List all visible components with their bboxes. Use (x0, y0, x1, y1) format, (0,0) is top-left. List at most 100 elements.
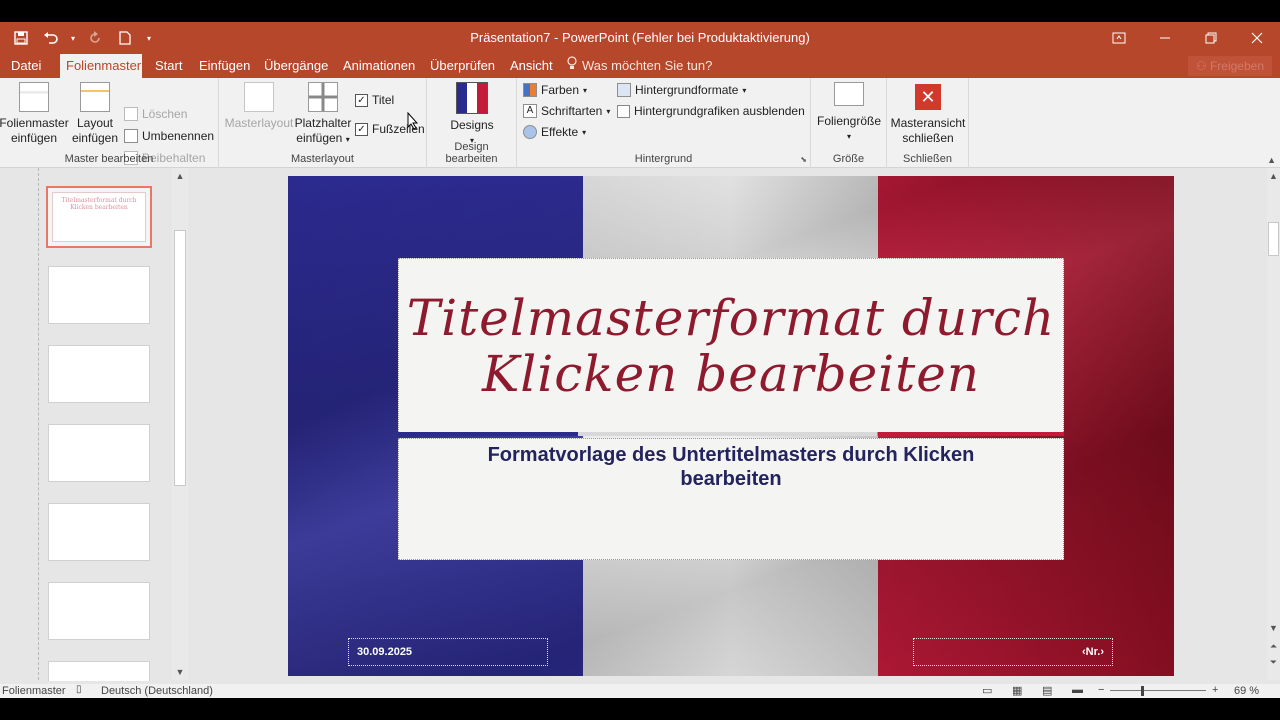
mouse-cursor-icon (407, 111, 419, 135)
thumbnail-layout-3[interactable] (48, 424, 150, 482)
tell-me-box[interactable]: Was möchten Sie tun? (566, 54, 712, 78)
share-label: Freigeben (1209, 59, 1264, 73)
zoom-slider-thumb[interactable] (1141, 686, 1144, 696)
slide-subtitle: Formatvorlage des Untertitelmasters durc… (399, 443, 1063, 491)
colors-button[interactable]: Farben ▾ (523, 80, 587, 100)
thumbnail-scrollbar[interactable]: ▲ ▼ (172, 168, 188, 680)
title-bar: ▾ ▾ Präsentation7 - PowerPoint (Fehler b… (0, 22, 1280, 54)
close-icon[interactable] (1234, 22, 1280, 54)
scroll-down-icon[interactable]: ▼ (172, 664, 188, 680)
slideshow-icon[interactable]: ▬ (1072, 684, 1083, 696)
checkbox-checked-icon: ✓ (355, 122, 368, 136)
share-button[interactable]: ⚇ Freigeben (1187, 56, 1272, 76)
status-language[interactable]: Deutsch (Deutschland) (101, 685, 213, 697)
close-master-label-2: schließen (902, 131, 954, 145)
thumbnail-title-1: Titelmasterformat durch (61, 197, 137, 204)
effects-button[interactable]: Effekte ▾ (523, 122, 586, 142)
zoom-level[interactable]: 69 % (1234, 685, 1259, 697)
background-styles-button[interactable]: Hintergrundformate ▾ (617, 80, 746, 100)
thumbnail-layout-6[interactable] (48, 661, 150, 681)
hide-background-graphics-checkbox[interactable]: Hintergrundgrafiken ausblenden (617, 101, 805, 121)
slide-size-icon (834, 82, 864, 106)
fonts-button[interactable]: A Schriftarten ▾ (523, 101, 610, 121)
background-styles-icon (617, 83, 631, 97)
slide-master-icon (19, 82, 49, 112)
slide-sorter-icon[interactable]: ▦ (1012, 684, 1022, 697)
zoom-in-icon[interactable]: + (1212, 684, 1218, 696)
close-master-view-button[interactable]: ✕ Masteransicht schließen (889, 82, 967, 146)
thumbnail-layout-1[interactable] (48, 266, 150, 324)
previous-slide-icon[interactable]: ⏶ (1267, 638, 1280, 654)
insert-layout-button[interactable]: Layout einfügen (69, 82, 121, 146)
group-label-background: Hintergrund (634, 153, 693, 165)
reading-view-icon[interactable]: ▤ (1042, 684, 1052, 697)
title-placeholder[interactable]: Titelmasterformat durch Klicken bearbeit… (398, 258, 1064, 434)
background-styles-label: Hintergrundformate (635, 83, 739, 97)
thumbnail-layout-4[interactable] (48, 503, 150, 561)
collapse-ribbon-icon[interactable]: ▲ (1267, 155, 1276, 165)
tab-ansicht[interactable]: Ansicht (504, 54, 559, 78)
date-placeholder[interactable]: 30.09.2025 (348, 638, 548, 666)
rename-label: Umbenennen (142, 129, 215, 143)
effects-circle-icon (523, 125, 537, 139)
chevron-down-icon: ▾ (583, 85, 588, 95)
checkbox-checked-icon: ✓ (355, 93, 368, 107)
thumbnail-hierarchy-line (38, 168, 39, 680)
thumbnail-layout-2[interactable] (48, 345, 150, 403)
next-slide-icon[interactable]: ⏷ (1267, 654, 1280, 670)
group-label-design-edit: Design bearbeiten (445, 141, 498, 165)
slide-size-button[interactable]: Foliengröße ▾ (815, 82, 883, 144)
group-master-layout: Masterlayout Platzhalter einfügen ▾ ✓ Ti… (219, 78, 427, 168)
scroll-up-icon[interactable]: ▲ (1267, 168, 1280, 184)
insert-master-label-1: Folienmaster (0, 116, 69, 130)
thumbnail-master[interactable]: Titelmasterformat durch Klicken bearbeit… (46, 186, 152, 248)
insert-layout-label-2: einfügen (71, 131, 119, 145)
slide-subtitle-line-2: bearbeiten (680, 468, 782, 490)
slide-canvas[interactable]: Titelmasterformat durch Klicken bearbeit… (288, 176, 1174, 676)
scroll-down-icon[interactable]: ▼ (1267, 620, 1280, 636)
tab-folienmaster[interactable]: Folienmaster (60, 54, 142, 78)
designs-icon (456, 82, 488, 114)
slide-number-placeholder[interactable]: ‹Nr.› (913, 638, 1113, 666)
masterlayout-button[interactable]: Masterlayout (221, 82, 297, 131)
tab-animationen[interactable]: Animationen (337, 54, 421, 78)
scrollbar-thumb[interactable] (1268, 222, 1279, 256)
window-title: Präsentation7 - PowerPoint (Fehler bei P… (470, 30, 810, 45)
subtitle-placeholder[interactable]: Formatvorlage des Untertitelmasters durc… (398, 438, 1064, 560)
restore-icon[interactable] (1188, 22, 1234, 54)
spellcheck-icon[interactable]: ▯ (76, 684, 82, 695)
tab-uebergaenge[interactable]: Übergänge (258, 54, 334, 78)
insert-slide-master-button[interactable]: Folienmaster einfügen (0, 82, 69, 146)
zoom-out-icon[interactable]: − (1098, 684, 1104, 696)
masterlayout-icon (244, 82, 274, 112)
designs-button[interactable]: Designs ▾ (441, 82, 503, 148)
tab-start[interactable]: Start (149, 54, 188, 78)
chevron-down-icon: ▾ (345, 135, 350, 144)
group-size: Foliengröße ▾ Größe (811, 78, 887, 168)
group-design-edit: Designs ▾ Design bearbeiten (427, 78, 517, 168)
insert-placeholder-button[interactable]: Platzhalter einfügen ▾ (293, 82, 353, 147)
group-label-close: Schließen (903, 153, 952, 165)
tab-datei[interactable]: Datei (5, 54, 47, 78)
color-palette-icon (523, 83, 537, 97)
thumbnail-layout-5[interactable] (48, 582, 150, 640)
group-close: ✕ Masteransicht schließen Schließen (887, 78, 969, 168)
ribbon-display-options-icon[interactable] (1096, 22, 1142, 54)
delete-button[interactable]: Löschen (124, 104, 187, 124)
scroll-up-icon[interactable]: ▲ (172, 168, 188, 184)
chevron-down-icon: ▾ (846, 132, 851, 141)
zoom-slider[interactable] (1110, 690, 1206, 691)
person-icon: ⚇ (1195, 59, 1207, 73)
title-checkbox[interactable]: ✓ Titel (355, 90, 394, 110)
slide-scrollbar[interactable]: ▲ ▼ ⏶ ⏷ (1267, 168, 1280, 680)
slide-title: Titelmasterformat durch Klicken bearbeit… (407, 290, 1056, 402)
chevron-down-icon: ▾ (582, 127, 587, 137)
ribbon: Folienmaster einfügen Layout einfügen Lö… (0, 78, 1280, 168)
normal-view-icon[interactable]: ▭ (982, 684, 992, 697)
tab-einfuegen[interactable]: Einfügen (193, 54, 256, 78)
tab-ueberpruefen[interactable]: Überprüfen (424, 54, 501, 78)
scrollbar-thumb[interactable] (174, 230, 186, 486)
minimize-icon[interactable] (1142, 22, 1188, 54)
delete-slide-icon (124, 107, 138, 121)
rename-button[interactable]: Umbenennen (124, 126, 214, 146)
